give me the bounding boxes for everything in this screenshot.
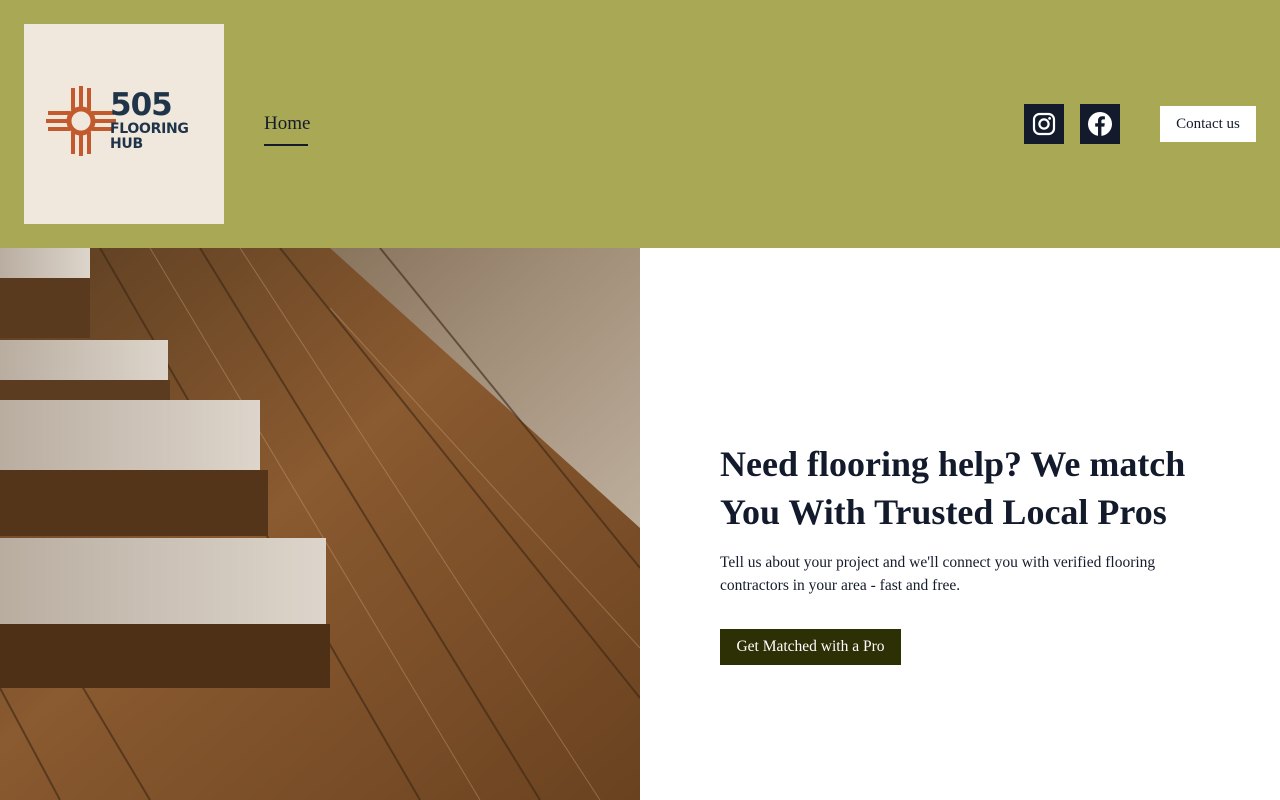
logo-number: 505 [110, 87, 173, 123]
logo-word-hub: HUB [110, 136, 143, 152]
hero-title: Need flooring help? We match You With Tr… [720, 444, 1186, 532]
contact-us-button[interactable]: Contact us [1160, 106, 1256, 142]
site-header: 505 FLOORING HUB Home Contact us [0, 0, 1280, 248]
instagram-icon [1032, 112, 1056, 136]
zia-sun-icon [46, 86, 116, 156]
logo-word-flooring: FLOORING [110, 121, 189, 137]
hero-image [0, 248, 640, 800]
instagram-link[interactable] [1024, 104, 1064, 144]
get-matched-button[interactable]: Get Matched with a Pro [720, 629, 901, 665]
facebook-link[interactable] [1080, 104, 1120, 144]
nav-active-indicator [264, 144, 308, 146]
nav-item-home[interactable]: Home [264, 113, 310, 135]
wood-floor-image [0, 248, 640, 800]
logo-wordmark: 505 FLOORING HUB [110, 87, 189, 152]
logo[interactable]: 505 FLOORING HUB [24, 24, 224, 224]
hero-subtitle: Tell us about your project and we'll con… [720, 554, 1156, 594]
facebook-icon [1088, 112, 1112, 136]
